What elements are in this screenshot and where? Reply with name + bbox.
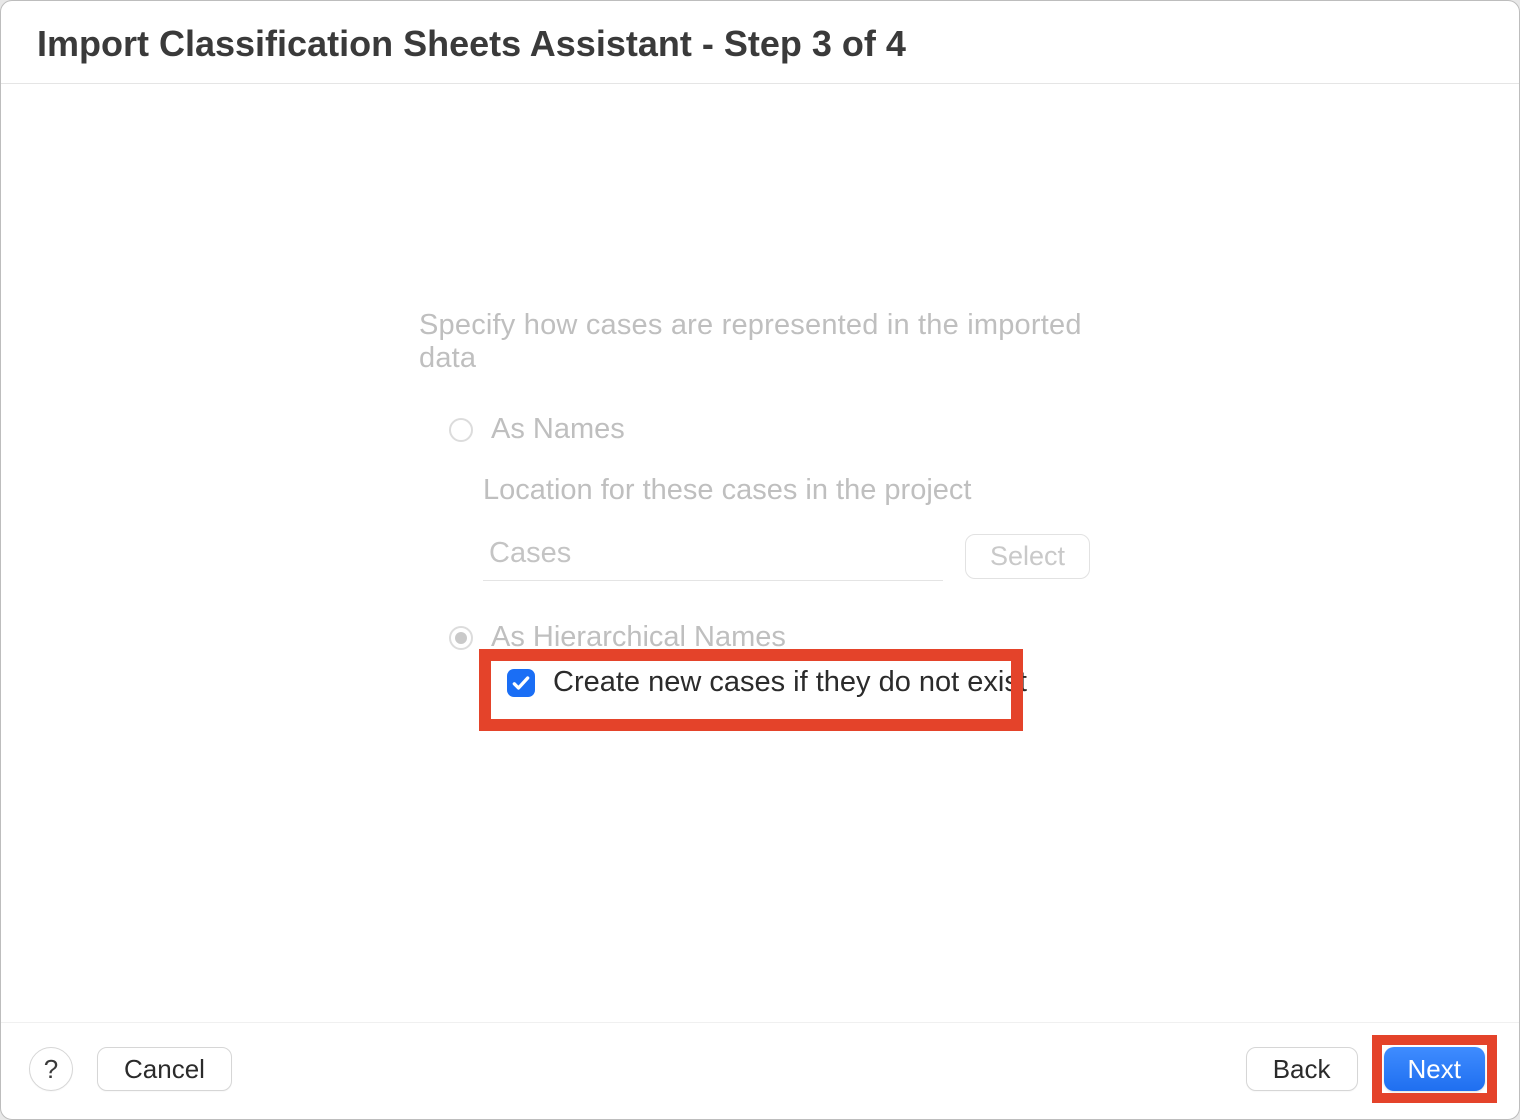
help-button[interactable]: ? (29, 1047, 73, 1091)
assistant-window: Import Classification Sheets Assistant -… (0, 0, 1520, 1120)
instruction-text: Specify how cases are represented in the… (419, 309, 1139, 375)
footer: ? Cancel Back Next (1, 1022, 1519, 1119)
create-new-cases-checkbox-row[interactable]: Create new cases if they do not exist (507, 666, 1027, 699)
form-block: Specify how cases are represented in the… (419, 309, 1139, 682)
radio-as-names[interactable]: As Names (449, 413, 1139, 446)
radio-as-hierarchical[interactable]: As Hierarchical Names (449, 621, 1139, 654)
select-button[interactable]: Select (965, 534, 1090, 579)
checkbox-checked-icon (507, 669, 535, 697)
radio-as-names-label: As Names (491, 413, 625, 446)
back-button[interactable]: Back (1246, 1047, 1358, 1091)
next-button[interactable]: Next (1384, 1047, 1485, 1091)
radio-icon (449, 626, 473, 650)
radio-icon (449, 418, 473, 442)
radio-as-hierarchical-label: As Hierarchical Names (491, 621, 786, 654)
cancel-button[interactable]: Cancel (97, 1047, 232, 1091)
footer-right: Back Next (1246, 1041, 1491, 1097)
location-label: Location for these cases in the project (483, 474, 1139, 507)
content-area: Specify how cases are represented in the… (1, 84, 1519, 1022)
location-row: Select (483, 531, 1139, 581)
window-title: Import Classification Sheets Assistant -… (1, 1, 1519, 84)
create-new-cases-label: Create new cases if they do not exist (553, 666, 1027, 699)
next-button-wrap: Next (1378, 1041, 1491, 1097)
location-input[interactable] (483, 531, 943, 581)
